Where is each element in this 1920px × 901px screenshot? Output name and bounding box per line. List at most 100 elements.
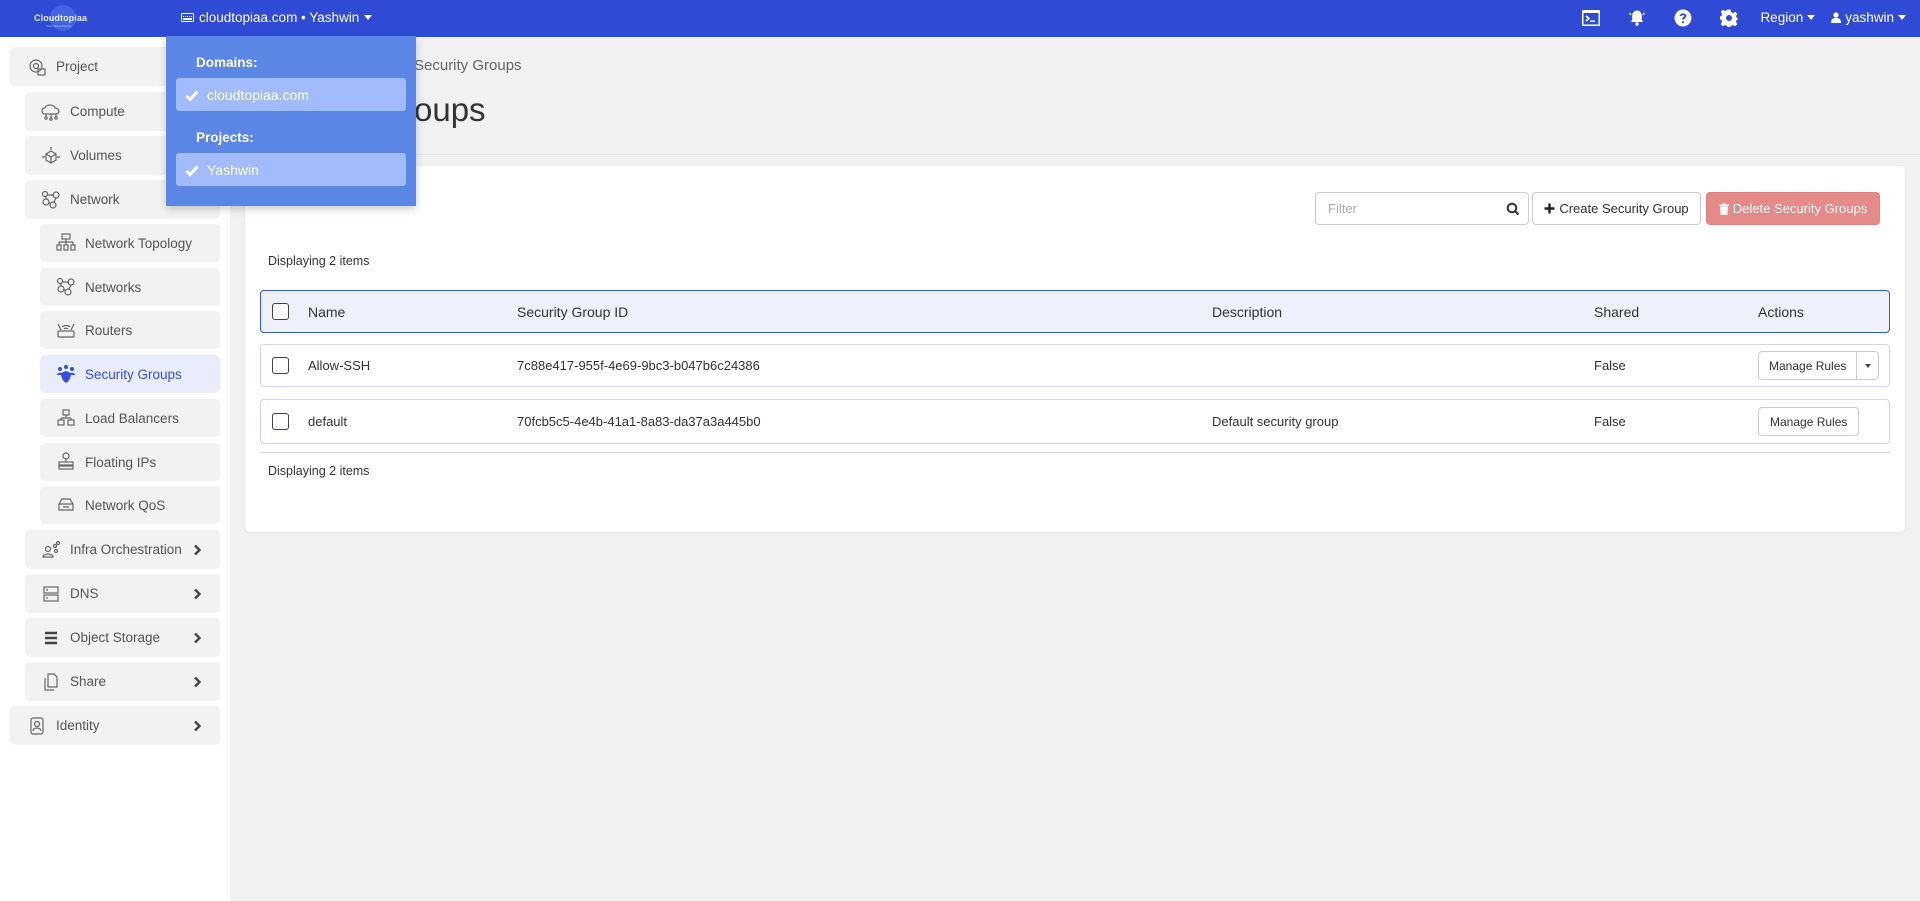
more-actions-toggle[interactable]	[1856, 352, 1878, 379]
user-label: yashwin	[1845, 10, 1894, 25]
select-all-checkbox[interactable]	[272, 303, 289, 320]
bell-icon[interactable]	[1622, 3, 1652, 33]
column-header-id[interactable]: Security Group ID	[517, 304, 628, 320]
breadcrumb[interactable]: Security Groups	[414, 57, 522, 74]
user-menu[interactable]: yashwin	[1831, 10, 1906, 25]
manage-rules-label: Manage Rules	[1770, 414, 1848, 429]
sidebar-item-label: Security Groups	[85, 366, 182, 382]
column-header-shared[interactable]: Shared	[1594, 304, 1639, 320]
sidebar-item-security-groups[interactable]: Security Groups	[40, 355, 220, 393]
trash-icon	[1718, 202, 1729, 215]
sidebar-item-label: Identity	[56, 718, 100, 733]
chevron-right-icon	[193, 632, 202, 644]
manage-rules-button[interactable]: Manage Rules	[1759, 359, 1856, 373]
row-shared: False	[1594, 358, 1626, 373]
brand-name: Cloudtopiaa	[34, 13, 88, 23]
router-icon	[55, 320, 77, 340]
sidebar-item-label: Network	[70, 192, 120, 207]
caret-down-icon	[1864, 363, 1871, 368]
sidebar-item-label: Network QoS	[85, 497, 166, 513]
manage-rules-button[interactable]: Manage Rules	[1758, 407, 1860, 436]
row-id: 7c88e417-955f-4e69-9bc3-b047b6c24386	[517, 358, 760, 373]
top-navbar: Cloudtopiaa Your Cloud Partner cloudtopi…	[0, 0, 1920, 37]
row-checkbox[interactable]	[272, 357, 289, 374]
navbar-right: Region yashwin	[1568, 0, 1920, 35]
create-security-group-button[interactable]: Create Security Group	[1532, 192, 1701, 225]
sidebar-item-label: Volumes	[70, 148, 122, 163]
check-icon	[185, 89, 199, 102]
brand-logo[interactable]: Cloudtopiaa Your Cloud Partner	[34, 5, 90, 31]
sidebar-item-label: Routers	[85, 322, 133, 338]
sidebar-item-share[interactable]: Share	[25, 662, 220, 701]
brand-tagline: Your Cloud Partner	[46, 24, 72, 28]
identity-badge-icon	[26, 716, 48, 736]
sidebar-item-network-topology[interactable]: Network Topology	[40, 224, 220, 262]
chevron-right-icon	[193, 676, 202, 688]
table-footer-divider	[260, 452, 1890, 453]
share-file-icon	[40, 672, 62, 692]
domain-option[interactable]: cloudtopiaa.com	[176, 78, 406, 111]
sidebar-item-label: Share	[70, 674, 107, 689]
row-shared: False	[1594, 414, 1626, 429]
caret-down-icon	[1898, 15, 1906, 20]
row-description: Default security group	[1212, 414, 1339, 429]
orchestration-icon	[40, 540, 62, 560]
sidebar-item-infra-orchestration[interactable]: Infra Orchestration	[25, 530, 220, 569]
sidebar-item-label: Networks	[85, 279, 142, 295]
item-count: Displaying 2 items	[268, 254, 370, 268]
security-groups-panel: Create Security Group Delete Security Gr…	[245, 166, 1905, 532]
table-row: Allow-SSH 7c88e417-955f-4e69-9bc3-b047b6…	[260, 344, 1890, 387]
table-header: Name Security Group ID Description Share…	[260, 290, 1890, 333]
gear-icon[interactable]	[1714, 3, 1744, 33]
sidebar-item-label: Infra Orchestration	[70, 542, 182, 557]
sidebar-item-identity[interactable]: Identity	[10, 706, 220, 745]
sidebar-item-network-qos[interactable]: Network QoS	[40, 486, 220, 524]
context-switcher[interactable]: cloudtopiaa.com • Yashwin	[181, 0, 373, 35]
region-dropdown[interactable]: Region	[1760, 10, 1816, 25]
sidebar-item-floating-ips[interactable]: Floating IPs	[40, 443, 220, 481]
sidebar-item-networks[interactable]: Networks	[40, 268, 220, 306]
sidebar-item-load-balancers[interactable]: Load Balancers	[40, 399, 220, 437]
caret-down-icon	[1807, 15, 1816, 20]
security-group-icon	[55, 364, 77, 384]
row-id: 70fcb5c5-4e4b-41a1-8a83-da37a3a445b0	[517, 414, 761, 429]
sidebar-item-label: Compute	[70, 104, 125, 119]
delete-security-groups-button[interactable]: Delete Security Groups	[1706, 192, 1880, 225]
row-name[interactable]: default	[308, 414, 347, 429]
sidebar-item-label: Load Balancers	[85, 410, 179, 426]
column-header-description[interactable]: Description	[1212, 304, 1282, 320]
network-nodes-icon	[55, 277, 77, 297]
floating-ip-icon	[55, 452, 77, 472]
user-icon	[1831, 12, 1842, 23]
plus-icon	[1544, 203, 1555, 214]
chevron-right-icon	[193, 720, 202, 732]
load-balancer-icon	[55, 408, 77, 428]
page-header: Security Groups oups	[230, 37, 1920, 155]
sidebar-item-label: Network Topology	[85, 235, 193, 251]
create-label: Create Security Group	[1559, 201, 1689, 216]
storage-list-icon	[40, 628, 62, 648]
row-name[interactable]: Allow-SSH	[308, 358, 370, 373]
domain-option-label: cloudtopiaa.com	[207, 86, 309, 103]
context-label: cloudtopiaa.com • Yashwin	[199, 10, 360, 25]
page-title: oups	[414, 91, 486, 128]
dns-server-icon	[40, 584, 62, 604]
help-icon[interactable]	[1668, 3, 1698, 33]
domains-header: Domains:	[196, 55, 258, 70]
row-checkbox[interactable]	[272, 413, 289, 430]
manage-rules-split-button: Manage Rules	[1758, 351, 1880, 380]
sidebar-item-routers[interactable]: Routers	[40, 311, 220, 349]
volume-cube-icon	[40, 146, 62, 166]
console-icon[interactable]	[1576, 3, 1606, 33]
search-icon[interactable]	[1506, 202, 1520, 216]
item-count-footer: Displaying 2 items	[268, 464, 370, 478]
cloud-compute-icon	[40, 102, 62, 122]
filter-field[interactable]	[1315, 192, 1529, 225]
sidebar-item-dns[interactable]: DNS	[25, 574, 220, 613]
project-option[interactable]: Yashwin	[176, 153, 406, 186]
caret-down-icon	[364, 15, 373, 20]
sidebar-item-object-storage[interactable]: Object Storage	[25, 618, 220, 657]
qos-icon	[55, 495, 77, 515]
column-header-name[interactable]: Name	[308, 304, 345, 320]
filter-input[interactable]	[1316, 193, 1486, 224]
